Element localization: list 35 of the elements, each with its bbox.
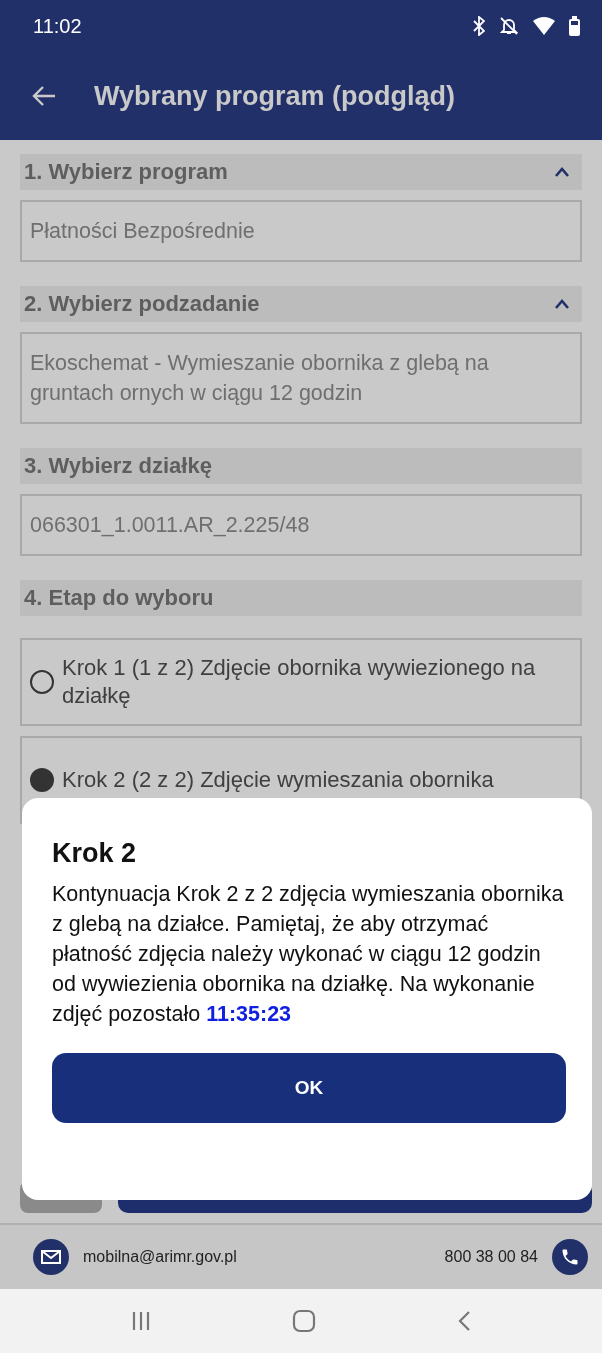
bluetooth-icon — [473, 16, 485, 36]
section-title: 2. Wybierz podzadanie — [24, 291, 260, 317]
mail-icon[interactable] — [33, 1239, 69, 1275]
section-title: 3. Wybierz działkę — [24, 453, 212, 479]
wifi-icon — [533, 17, 555, 35]
section-header[interactable]: 3. Wybierz działkę — [20, 448, 582, 484]
email-link[interactable]: mobilna@arimr.gov.pl — [83, 1248, 237, 1266]
dialog-title: Krok 2 — [52, 838, 138, 869]
step-option[interactable]: Krok 1 (1 z 2) Zdjęcie obornika wywiezionego na działkę — [20, 638, 582, 726]
ok-button[interactable]: OK — [52, 1053, 566, 1123]
chevron-icon[interactable] — [554, 299, 570, 309]
option-label: Krok 2 (2 z 2) Zdjęcie wymieszania obornika — [62, 766, 494, 794]
section-title: 4. Etap do wyboru — [24, 585, 214, 611]
select-field[interactable]: 066301_1.0011.AR_2.225/48 — [20, 494, 582, 556]
phone-number[interactable]: 800 38 00 84 — [444, 1248, 538, 1266]
screen-title: Wybrany program (podgląd) — [94, 80, 456, 112]
radio-button[interactable] — [30, 670, 54, 694]
back-icon[interactable] — [457, 1310, 472, 1332]
dialog-message: Kontynuacja Krok 2 z 2 zdjęcia wymieszania obornika z glebą na działce. Pamiętaj, że aby otrzymać płatność zdjęcia należy wykonać w ciągu 12 godzin od wywiezienia obornika na działkę. Na wykonanie zdjęć pozostało 11:35:23 — [52, 881, 565, 1028]
option-label: Krok 1 (1 z 2) Zdjęcie obornika wywiezionego na działkę — [62, 654, 537, 710]
phone-icon[interactable] — [552, 1239, 588, 1275]
back-arrow-icon[interactable] — [32, 85, 56, 107]
section-title: 1. Wybierz program — [24, 159, 228, 185]
muted-bell-icon — [499, 16, 519, 36]
chevron-icon[interactable] — [554, 167, 570, 177]
status-time: 11:02 — [33, 14, 82, 38]
section-header[interactable]: 1. Wybierz program — [20, 154, 582, 190]
battery-icon — [569, 16, 580, 36]
radio-button[interactable] — [30, 768, 54, 792]
select-field[interactable]: Płatności Bezpośrednie — [20, 200, 582, 262]
section-header[interactable]: 4. Etap do wyboru — [20, 580, 582, 616]
home-icon[interactable] — [292, 1309, 316, 1333]
select-field[interactable]: Ekoschemat - Wymieszanie obornika z glebą na gruntach ornych w ciągu 12 godzin — [20, 332, 582, 424]
recent-apps-icon[interactable] — [130, 1311, 151, 1331]
section-header[interactable]: 2. Wybierz podzadanie — [20, 286, 582, 322]
